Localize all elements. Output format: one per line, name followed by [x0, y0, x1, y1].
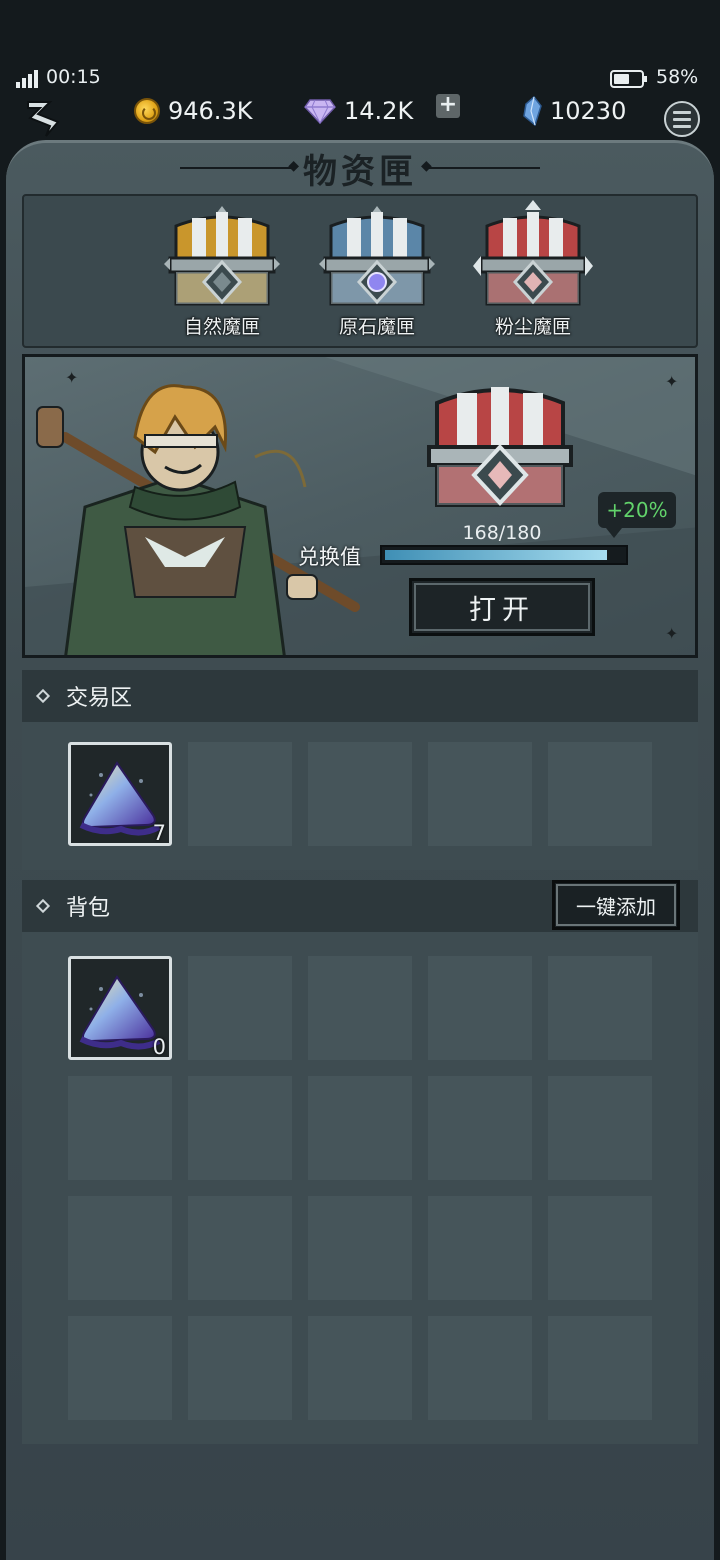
battery-icon — [610, 70, 647, 88]
exchange-progress-text: 168/180 — [462, 522, 542, 544]
menu-button[interactable] — [664, 101, 700, 137]
empty-slot[interactable] — [548, 1196, 652, 1300]
backpack-slot[interactable]: 0 — [68, 956, 172, 1060]
empty-slot[interactable] — [188, 1076, 292, 1180]
empty-slot[interactable] — [548, 742, 652, 846]
trade-slot[interactable]: 7 — [68, 742, 172, 846]
back-button[interactable] — [20, 96, 66, 140]
empty-slot[interactable] — [188, 1196, 292, 1300]
bonus-badge: +20% — [598, 492, 676, 538]
empty-slot[interactable] — [188, 742, 292, 846]
chest-name-dust: 粉尘魔匣 — [494, 316, 571, 338]
menu-icon-bar — [673, 117, 691, 121]
menu-icon-bar — [673, 110, 691, 114]
chest-name-ore: 原石魔匣 — [338, 316, 415, 338]
empty-slot[interactable] — [68, 1316, 172, 1420]
exchange-value-label: 兑换值 — [298, 545, 361, 569]
crystal-icon — [523, 96, 542, 126]
title-bar: 物资匣 — [170, 146, 550, 192]
exchange-progress-bar — [380, 545, 628, 565]
empty-slot[interactable] — [308, 1196, 412, 1300]
trade-area-header: 交易区 — [22, 670, 698, 722]
diamond-counter: 14.2K — [304, 94, 413, 128]
nature-chest-icon — [164, 206, 280, 306]
diamond-bullet-icon — [35, 688, 51, 704]
empty-slot[interactable] — [428, 1076, 532, 1180]
menu-icon-bar — [673, 124, 691, 128]
empty-slot[interactable] — [548, 956, 652, 1060]
trade-area-grid: 7 — [22, 722, 698, 870]
title-ornament-left — [180, 158, 299, 174]
empty-slot[interactable] — [68, 1196, 172, 1300]
empty-slot[interactable] — [308, 956, 412, 1060]
crystal-amount: 10230 — [550, 97, 627, 125]
gold-amount: 946.3K — [168, 97, 253, 125]
svg-text:✦: ✦ — [665, 372, 678, 391]
crystal-counter: 10230 — [522, 94, 626, 128]
backpack-grid: 0 — [22, 932, 698, 1444]
empty-slot[interactable] — [428, 742, 532, 846]
empty-slot[interactable] — [188, 956, 292, 1060]
svg-text:✦: ✦ — [65, 368, 78, 387]
empty-slot[interactable] — [188, 1316, 292, 1420]
empty-slot[interactable] — [68, 1076, 172, 1180]
ore-chest-icon — [319, 206, 435, 306]
diamond-icon — [304, 99, 336, 124]
empty-slot[interactable] — [428, 956, 532, 1060]
chest-tab-ore[interactable]: 原石魔匣 — [317, 200, 437, 340]
backpack-label: 背包 — [66, 896, 111, 921]
item-count: 7 — [152, 821, 166, 845]
exchange-progress-fill — [385, 550, 608, 560]
status-time: 00:15 — [46, 66, 101, 88]
gold-coin-icon — [134, 98, 160, 124]
empty-slot[interactable] — [308, 1076, 412, 1180]
item-count: 0 — [152, 1035, 166, 1059]
diamond-bullet-icon — [35, 898, 51, 914]
empty-slot[interactable] — [428, 1196, 532, 1300]
open-chest-button[interactable]: 打开 — [409, 578, 595, 636]
battery-percent: 58% — [656, 66, 699, 88]
empty-slot[interactable] — [428, 1316, 532, 1420]
trade-area-label: 交易区 — [66, 686, 133, 711]
back-arrow-icon — [27, 101, 60, 137]
signal-icon — [16, 70, 40, 88]
add-all-button[interactable]: 一键添加 — [552, 880, 680, 930]
title-ornament-right — [421, 158, 540, 174]
empty-slot[interactable] — [548, 1316, 652, 1420]
empty-slot[interactable] — [548, 1076, 652, 1180]
empty-slot[interactable] — [308, 742, 412, 846]
gold-counter: 946.3K — [134, 94, 252, 128]
chest-banner: ✦ ✦ ✦ — [22, 354, 698, 658]
chest-tab-dust[interactable]: 粉尘魔匣 — [473, 200, 593, 340]
empty-slot[interactable] — [308, 1316, 412, 1420]
page-title: 物资匣 — [303, 151, 417, 192]
svg-text:✦: ✦ — [665, 624, 678, 643]
chest-tab-nature[interactable]: 自然魔匣 — [162, 200, 282, 340]
dust-chest-icon — [473, 200, 593, 306]
diamond-amount: 14.2K — [344, 97, 414, 125]
chest-name-nature: 自然魔匣 — [183, 316, 260, 338]
add-diamond-button[interactable]: + — [436, 94, 460, 118]
